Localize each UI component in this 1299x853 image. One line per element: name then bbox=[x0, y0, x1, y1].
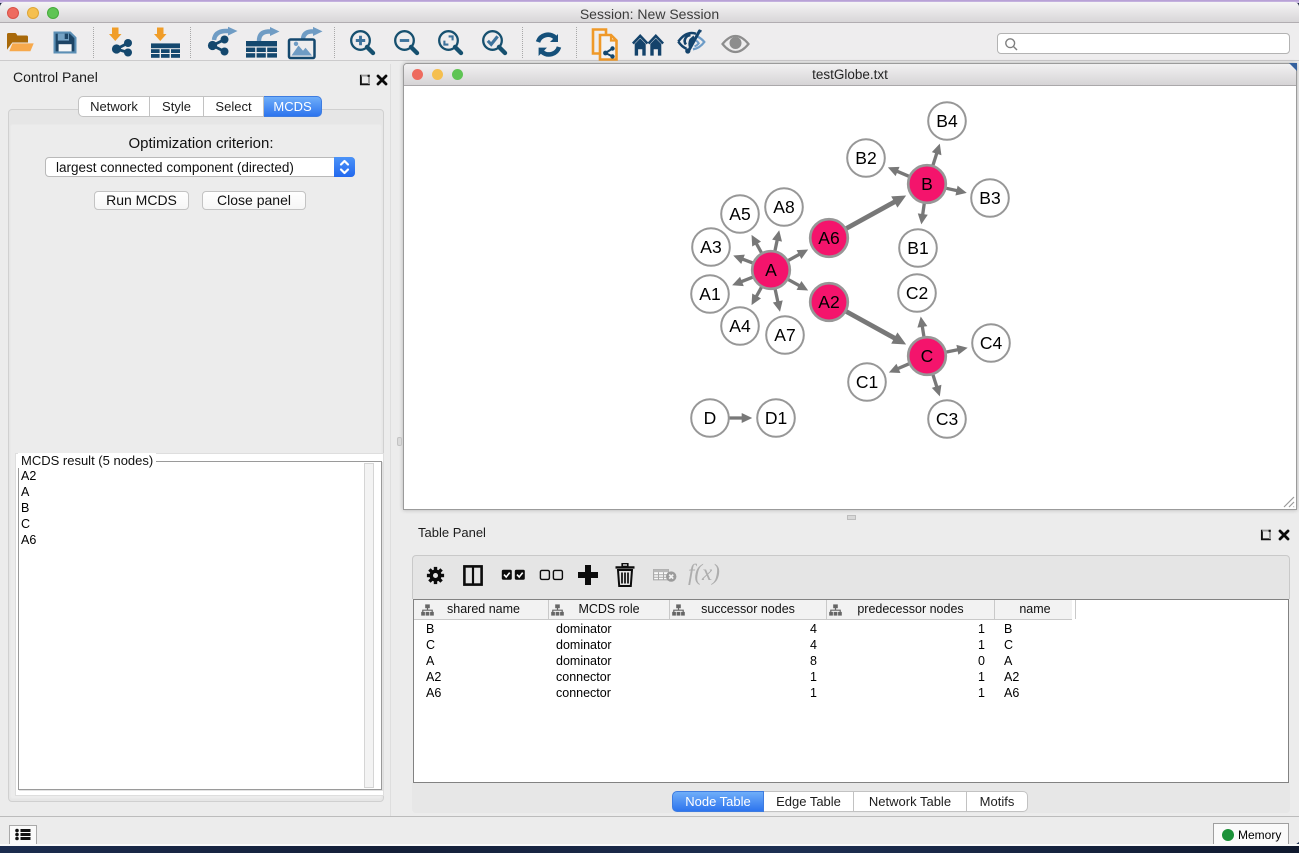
svg-text:B4: B4 bbox=[936, 111, 958, 131]
svg-text:B1: B1 bbox=[907, 238, 928, 258]
svg-text:B2: B2 bbox=[855, 148, 876, 168]
svg-text:A3: A3 bbox=[700, 237, 721, 257]
svg-text:D: D bbox=[704, 408, 717, 428]
svg-text:A4: A4 bbox=[729, 316, 751, 336]
svg-text:A6: A6 bbox=[818, 228, 839, 248]
svg-text:C: C bbox=[921, 346, 934, 366]
svg-text:C1: C1 bbox=[856, 372, 878, 392]
svg-text:A1: A1 bbox=[699, 284, 720, 304]
svg-text:C4: C4 bbox=[980, 333, 1003, 353]
svg-text:A2: A2 bbox=[818, 292, 839, 312]
svg-text:D1: D1 bbox=[765, 408, 787, 428]
svg-text:A8: A8 bbox=[773, 197, 794, 217]
svg-text:A7: A7 bbox=[774, 325, 795, 345]
svg-text:A5: A5 bbox=[729, 204, 750, 224]
svg-text:B: B bbox=[921, 174, 933, 194]
svg-text:B3: B3 bbox=[979, 188, 1000, 208]
svg-text:A: A bbox=[765, 260, 777, 280]
svg-text:C2: C2 bbox=[906, 283, 928, 303]
svg-text:C3: C3 bbox=[936, 409, 958, 429]
